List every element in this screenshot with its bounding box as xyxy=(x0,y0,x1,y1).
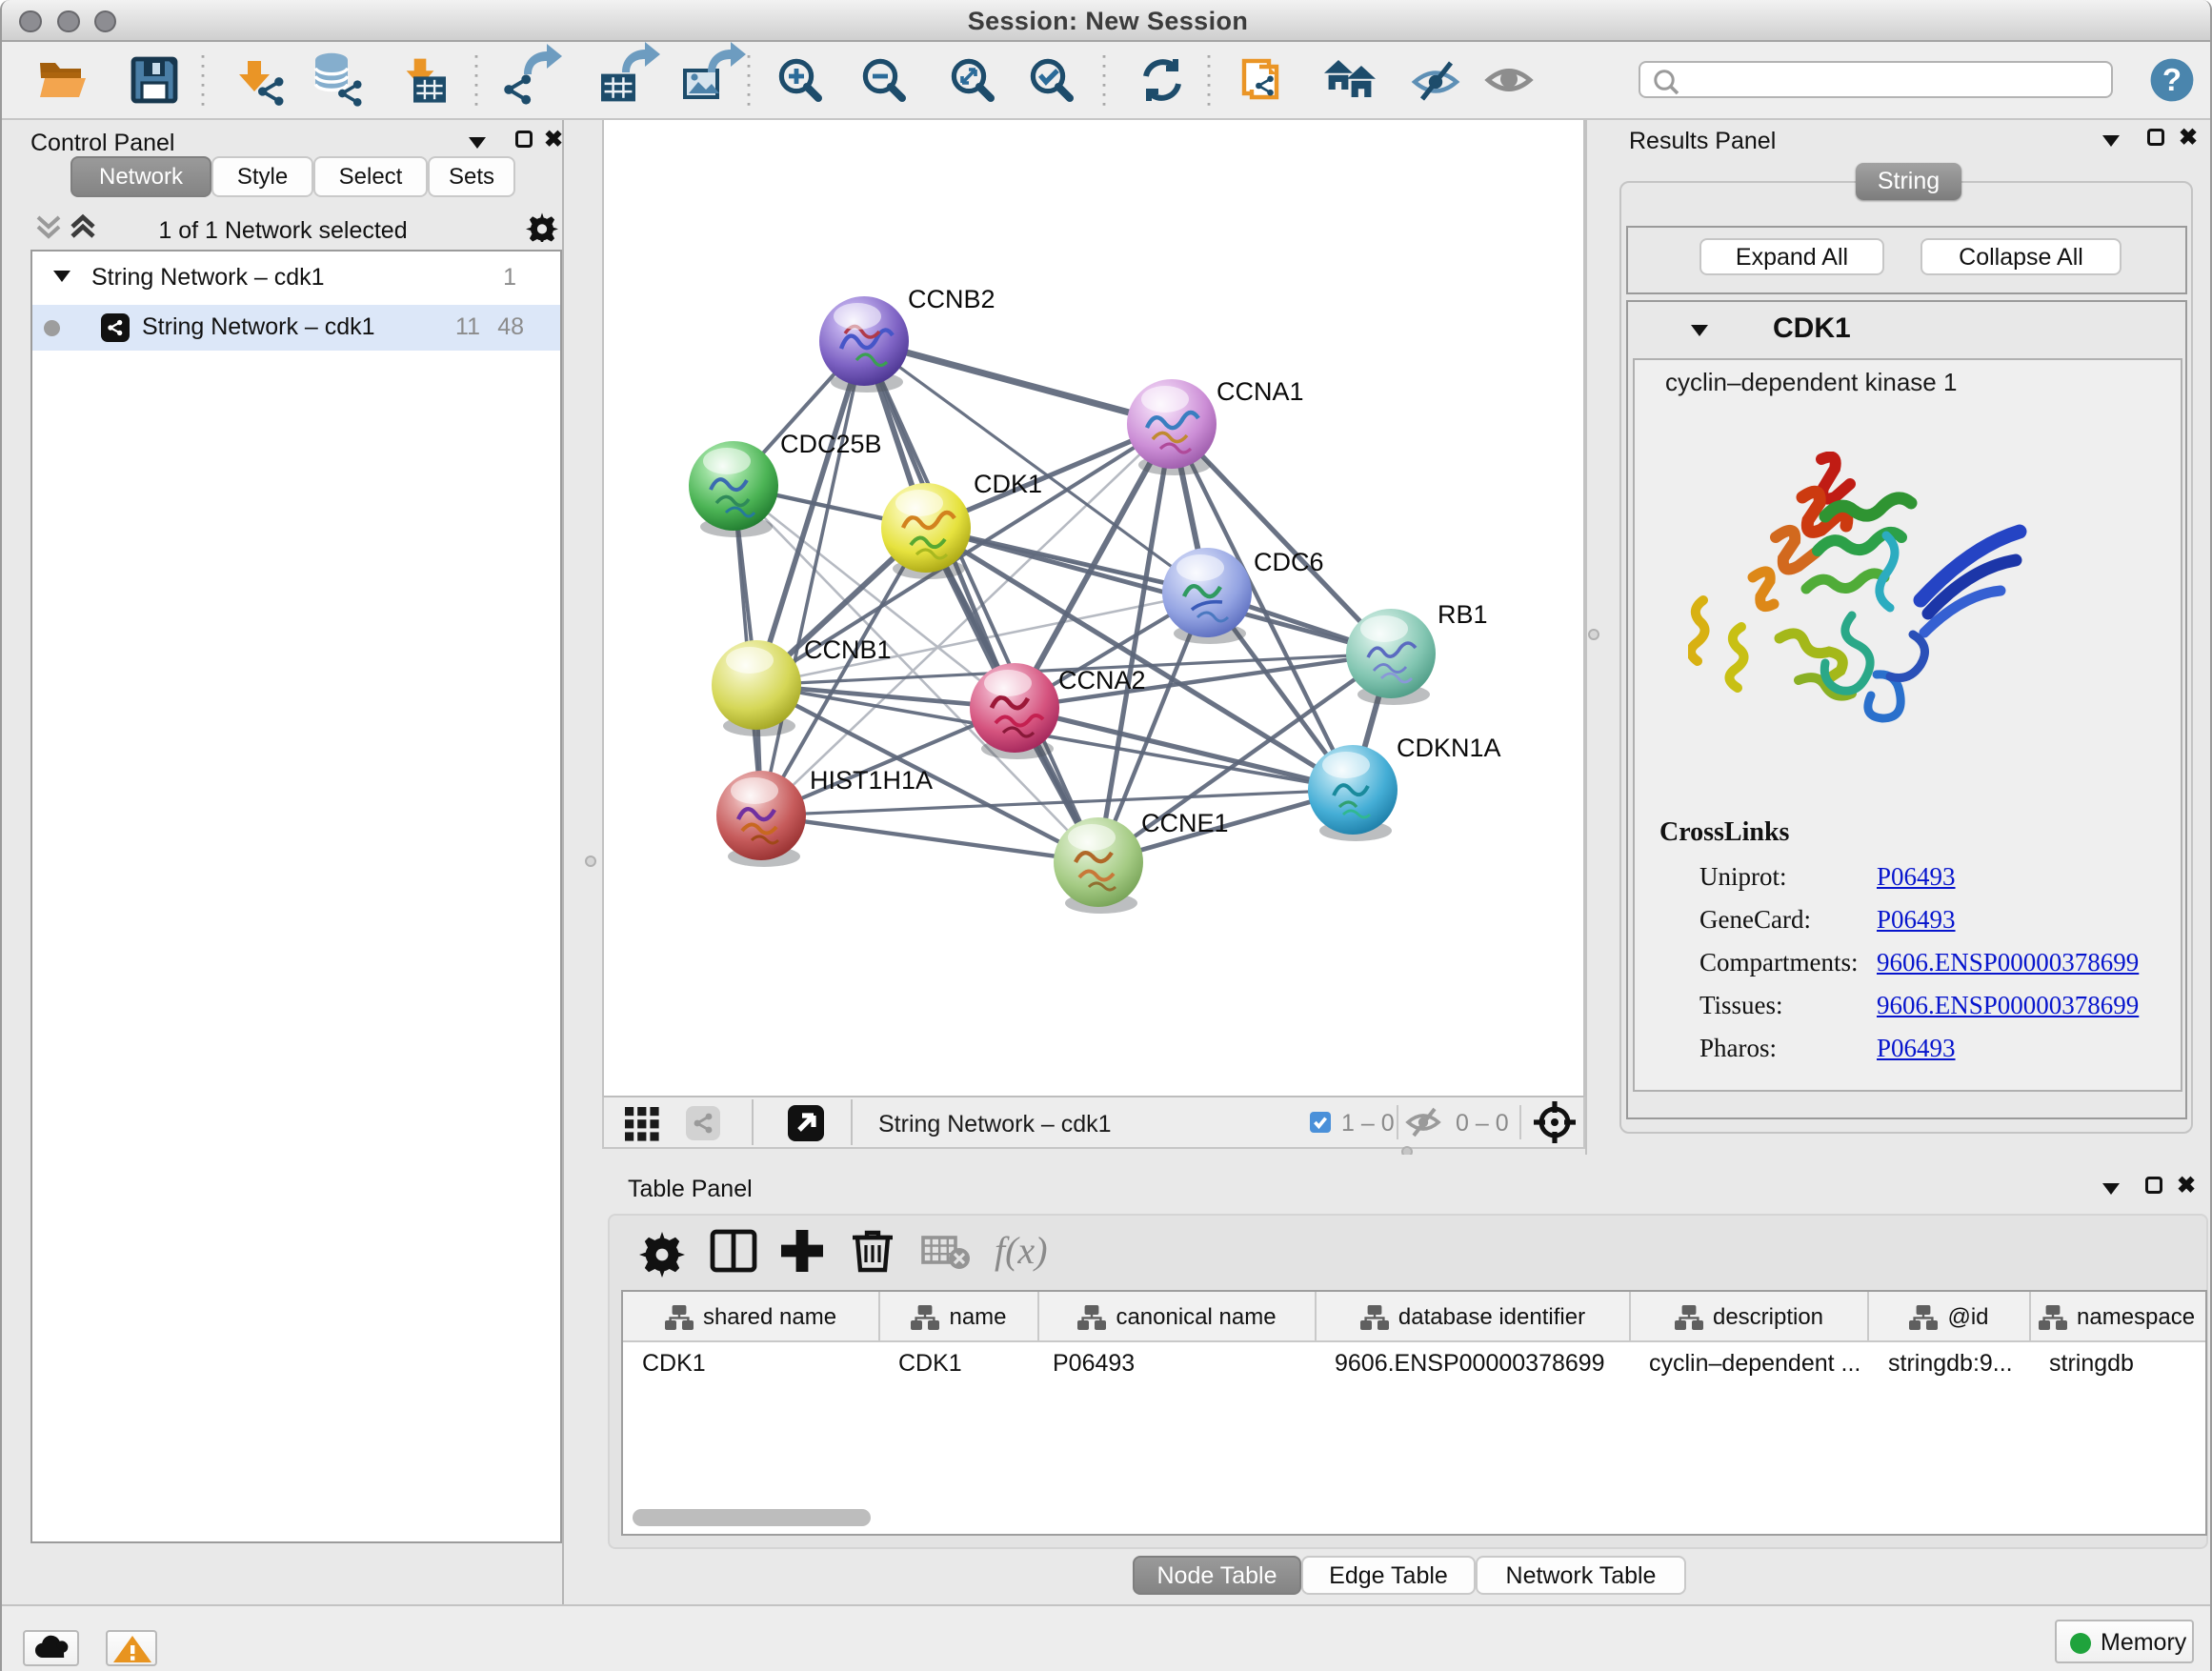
svg-text:RB1: RB1 xyxy=(1438,600,1488,629)
svg-text:?: ? xyxy=(2162,62,2182,97)
svg-text:CCNB2: CCNB2 xyxy=(908,285,995,313)
svg-text:HIST1H1A: HIST1H1A xyxy=(810,766,933,795)
svg-text:CCNB1: CCNB1 xyxy=(804,635,892,664)
svg-text:CCNA2: CCNA2 xyxy=(1058,666,1146,695)
svg-text:CCNE1: CCNE1 xyxy=(1141,809,1229,837)
svg-text:CCNA1: CCNA1 xyxy=(1217,377,1304,406)
svg-text:f(x): f(x) xyxy=(995,1229,1048,1272)
svg-text:CDK1: CDK1 xyxy=(974,470,1042,498)
svg-text:String Network – cdk1: String Network – cdk1 xyxy=(878,1111,1112,1137)
svg-text:0 – 0: 0 – 0 xyxy=(1456,1110,1509,1137)
svg-text:CDKN1A: CDKN1A xyxy=(1397,734,1501,762)
svg-text:CDC25B: CDC25B xyxy=(780,430,882,458)
svg-text:1 – 0: 1 – 0 xyxy=(1341,1110,1395,1137)
svg-text:CDC6: CDC6 xyxy=(1254,548,1324,576)
